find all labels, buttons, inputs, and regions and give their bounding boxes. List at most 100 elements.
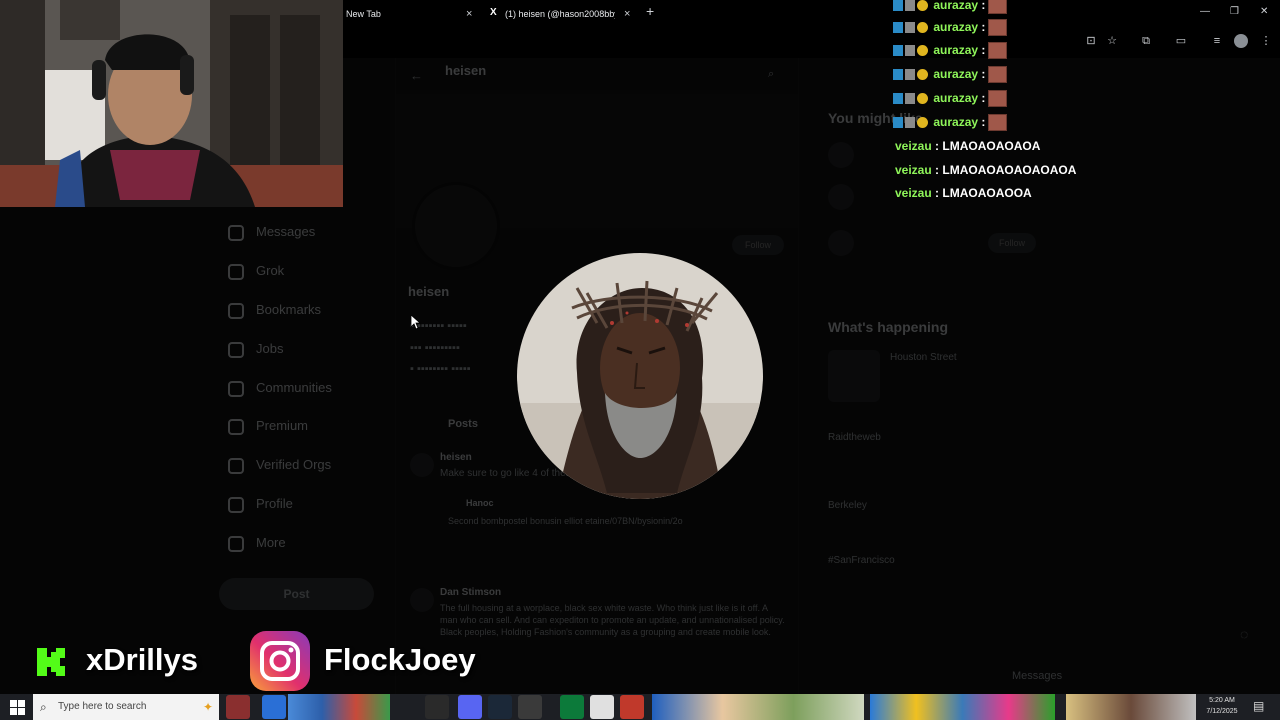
emote-icon (988, 42, 1008, 60)
quoted-author[interactable]: Hanoc (466, 498, 494, 508)
follow-button[interactable]: Follow (732, 235, 784, 255)
taskbar-clock[interactable]: 5:20 AM 7/12/2025 (1202, 695, 1242, 717)
close-tab-icon[interactable]: × (624, 4, 630, 24)
taskbar-app-icon[interactable] (226, 695, 250, 719)
chat-username[interactable]: aurazay (933, 67, 978, 81)
chat-username[interactable]: aurazay (933, 0, 978, 12)
sidebar-item-bookmarks[interactable]: Bookmarks (228, 302, 321, 324)
call-of-duty-icon[interactable] (425, 695, 449, 719)
windows-taskbar: ⌕ Type here to search ✦ 5:20 AM 7/12/202… (0, 694, 1280, 720)
cast-icon[interactable]: ▭ (1174, 34, 1188, 48)
profile-portrait-illustration (517, 253, 763, 499)
search-icon[interactable]: ⌕ (768, 68, 774, 81)
x-icon (228, 418, 244, 435)
emote-icon (988, 90, 1008, 108)
sidebar-item-communities[interactable]: Communities (228, 380, 332, 402)
maximize-icon[interactable]: ❐ (1230, 6, 1239, 17)
grok-icon (228, 263, 244, 280)
discord-icon[interactable] (458, 695, 482, 719)
trend-thumbnail[interactable] (828, 350, 880, 402)
tab-posts[interactable]: Posts (448, 418, 478, 430)
emote-icon (988, 19, 1008, 37)
tweet-author[interactable]: Dan Stimson (440, 587, 501, 598)
bookmark-star-icon[interactable]: ☆ (1105, 34, 1119, 48)
post-button[interactable]: Post (219, 578, 374, 610)
profile-picture[interactable] (412, 182, 500, 270)
sidebar-item-jobs[interactable]: Jobs (228, 341, 283, 363)
taskbar-thumbnails[interactable] (1066, 694, 1196, 720)
instagram-logo-icon (250, 631, 310, 691)
mouse-cursor-icon (411, 315, 421, 330)
new-tab-button[interactable]: + (646, 3, 654, 19)
tab-new-tab[interactable]: New Tab (346, 4, 461, 26)
tweet-author[interactable]: heisen (440, 452, 472, 463)
subscriber-badge-icon (905, 22, 915, 34)
mail-icon (228, 224, 244, 241)
chat-username[interactable]: aurazay (933, 43, 978, 57)
more-circle-icon (228, 535, 244, 552)
trend-item[interactable]: #SanFrancisco (828, 555, 895, 566)
emote-icon (988, 114, 1008, 132)
extensions-icon[interactable]: ⧉ (1139, 34, 1153, 48)
tweet-text: Make sure to go like 4 of these (440, 468, 577, 479)
notification-icon[interactable]: ▤ (1253, 699, 1264, 713)
chrome-icon[interactable] (590, 695, 614, 719)
taskbar-app-icon[interactable] (560, 695, 584, 719)
gift-badge-icon (917, 0, 928, 12)
avatar[interactable] (828, 184, 854, 210)
taskbar-thumbnails[interactable] (870, 694, 1055, 720)
sidebar-item-more[interactable]: More (228, 535, 286, 557)
back-arrow-icon[interactable]: ← (410, 68, 423, 83)
chat-message: aurazay : (893, 88, 1008, 108)
briefcase-icon (228, 341, 244, 358)
chat-message: aurazay : (893, 112, 1008, 132)
chat-username[interactable]: aurazay (933, 20, 978, 34)
x-logo-icon: X (490, 7, 497, 18)
install-app-icon[interactable]: ⊡ (1084, 34, 1098, 48)
subscriber-badge-icon (905, 93, 915, 105)
file-explorer-icon[interactable] (262, 695, 286, 719)
menu-kebab-icon[interactable]: ⋮ (1259, 34, 1273, 48)
chat-username[interactable]: aurazay (933, 91, 978, 105)
quoted-text: Second bombpostel bonusin elliot etaine/… (448, 516, 683, 526)
tab-heisen-profile[interactable]: (1) heisen (@hason2008bby) / X (505, 4, 615, 26)
trend-item[interactable]: Raidtheweb (828, 432, 881, 443)
chat-message: aurazay : (893, 64, 1008, 84)
avatar[interactable] (828, 142, 854, 168)
taskbar-search-input[interactable]: ⌕ Type here to search ✦ (33, 694, 219, 720)
sidebar-item-premium[interactable]: Premium (228, 418, 308, 440)
steam-icon[interactable] (488, 695, 512, 719)
taskbar-pinned-apps[interactable] (288, 694, 390, 720)
close-window-icon[interactable]: ✕ (1260, 6, 1268, 17)
search-icon: ⌕ (40, 700, 47, 714)
sidebar-item-grok[interactable]: Grok (228, 263, 284, 285)
chat-username[interactable]: veizau (895, 163, 932, 177)
profile-name: heisen (408, 284, 450, 299)
subscriber-badge-icon (905, 117, 915, 129)
avatar[interactable] (410, 588, 434, 612)
taskbar-app-icon[interactable] (620, 695, 644, 719)
sidebar-item-messages[interactable]: Messages (228, 224, 315, 246)
chat-username[interactable]: aurazay (933, 115, 978, 129)
chat-username[interactable]: veizau (895, 139, 932, 153)
windows-start-icon[interactable] (10, 700, 25, 715)
chat-message: aurazay : (893, 17, 1008, 37)
profile-avatar-icon[interactable] (1234, 34, 1248, 48)
sidebar-item-profile[interactable]: Profile (228, 496, 293, 518)
prime-badge-icon (893, 22, 903, 34)
follow-button[interactable]: Follow (988, 233, 1036, 253)
media-controls-icon[interactable]: ≡ (1210, 34, 1224, 48)
minimize-icon[interactable]: — (1200, 6, 1210, 17)
chat-username[interactable]: veizau (895, 186, 932, 200)
avatar[interactable] (828, 230, 854, 256)
prime-badge-icon (893, 45, 903, 57)
taskbar-thumbnails[interactable] (652, 694, 864, 720)
trend-item[interactable]: Houston Street (890, 352, 957, 363)
chat-text: LMAOAOAOOA (942, 186, 1032, 200)
sidebar-item-verified-orgs[interactable]: Verified Orgs (228, 457, 331, 479)
trend-item[interactable]: Berkeley (828, 500, 867, 511)
enlarged-profile-picture[interactable] (517, 253, 763, 499)
taskbar-app-icon[interactable] (518, 695, 542, 719)
close-tab-icon[interactable]: × (466, 4, 472, 24)
avatar[interactable] (410, 453, 434, 477)
